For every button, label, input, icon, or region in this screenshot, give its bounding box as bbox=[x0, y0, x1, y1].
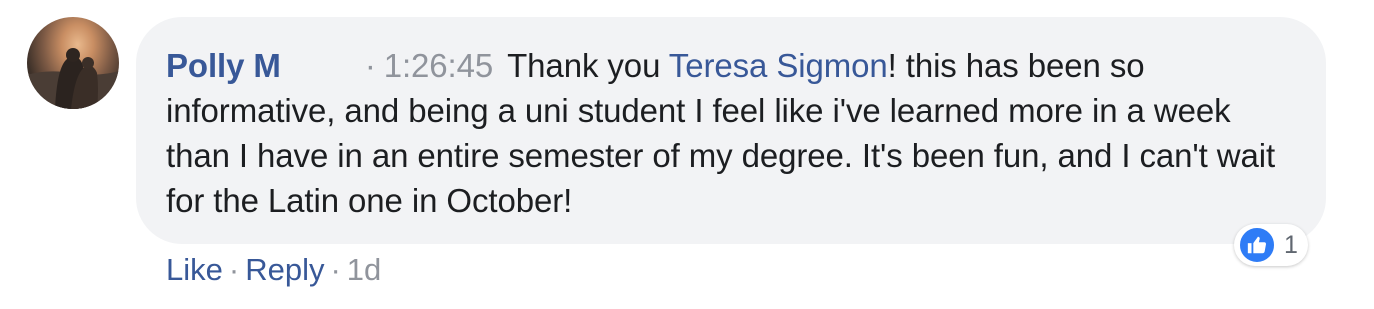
thumbs-up-icon bbox=[1247, 236, 1267, 254]
avatar[interactable] bbox=[27, 17, 119, 109]
reaction-summary[interactable]: 1 bbox=[1234, 224, 1308, 266]
video-timestamp[interactable]: 1:26:45 bbox=[384, 47, 494, 84]
reaction-count: 1 bbox=[1284, 230, 1298, 259]
avatar-photo bbox=[27, 48, 119, 109]
timestamp-separator: · bbox=[364, 47, 376, 84]
comment-body: Polly M · 1:26:45 Thank you Teresa Sigmon! … bbox=[166, 43, 1296, 223]
author-name[interactable]: Polly M bbox=[166, 47, 281, 84]
like-icon bbox=[1238, 226, 1276, 264]
action-separator: · bbox=[330, 252, 341, 287]
comment-bubble: Polly M · 1:26:45 Thank you Teresa Sigmon! … bbox=[136, 17, 1326, 244]
comment-age[interactable]: 1d bbox=[347, 252, 381, 287]
comment-actions: Like · Reply · 1d bbox=[166, 250, 381, 290]
action-separator: · bbox=[228, 252, 240, 287]
like-button[interactable]: Like bbox=[166, 252, 223, 287]
comment: Polly M · 1:26:45 Thank you Teresa Sigmon! … bbox=[0, 0, 1374, 309]
reply-button[interactable]: Reply bbox=[245, 252, 324, 287]
mention-link[interactable]: Teresa Sigmon bbox=[669, 47, 888, 84]
comment-text-start: Thank you bbox=[507, 47, 669, 84]
